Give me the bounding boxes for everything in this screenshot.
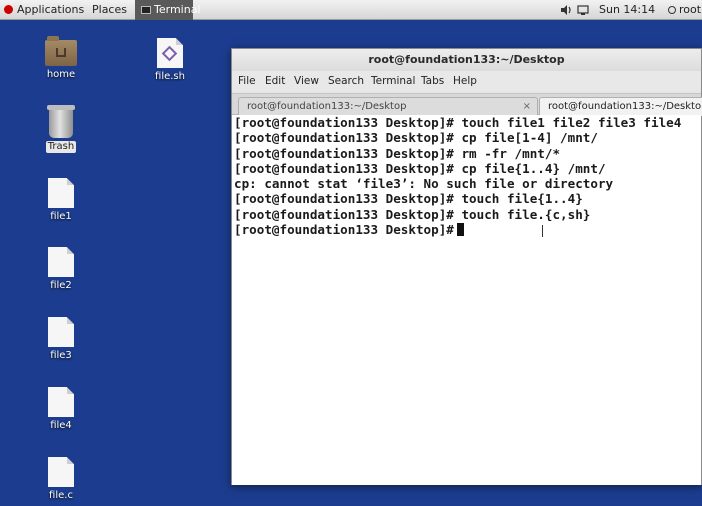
menu-search[interactable]: Search: [328, 71, 364, 91]
top-panel: Applications Places Terminal Sun 14:14 r…: [0, 0, 702, 20]
terminal-line: [root@foundation133 Desktop]# rm -fr /mn…: [234, 145, 561, 161]
file-icon: [48, 317, 74, 347]
taskbar-terminal-button[interactable]: Terminal: [135, 0, 201, 20]
desktop-icon-file3[interactable]: file3: [26, 317, 96, 362]
clock[interactable]: Sun 14:14: [599, 0, 655, 20]
menu-view[interactable]: View: [294, 71, 319, 91]
network-icon[interactable]: [577, 0, 589, 20]
user-menu[interactable]: root: [668, 0, 701, 20]
menu-help[interactable]: Help: [453, 71, 477, 91]
terminal-line: [root@foundation133 Desktop]# touch file…: [234, 115, 682, 130]
tab-active[interactable]: root@foundation133:~/Desktop: [539, 97, 702, 116]
taskbar-terminal-label: Terminal: [154, 3, 201, 16]
desktop-icon-label: file1: [50, 211, 72, 222]
desktop-icon-file1[interactable]: file1: [26, 178, 96, 223]
terminal-window[interactable]: root@foundation133:~/Desktop File Edit V…: [231, 48, 702, 485]
desktop-icon-file2[interactable]: file2: [26, 247, 96, 292]
window-title: root@foundation133:~/Desktop: [368, 53, 565, 66]
desktop-icon-label: file.sh: [155, 71, 185, 82]
desktop-icon-label: file4: [50, 420, 72, 431]
text-select-cursor-icon: [542, 225, 547, 237]
redhat-logo-icon: [4, 5, 13, 14]
script-file-icon: [157, 38, 183, 68]
desktop-icon-file-sh[interactable]: file.sh: [135, 38, 205, 83]
close-icon[interactable]: ×: [523, 98, 531, 115]
desktop-icon-home[interactable]: home: [26, 36, 96, 81]
terminal-icon: [141, 6, 151, 14]
tab-inactive[interactable]: root@foundation133:~/Desktop ×: [238, 97, 538, 116]
power-icon: [668, 6, 676, 14]
terminal-line: [root@foundation133 Desktop]# touch file…: [234, 206, 591, 222]
menu-edit[interactable]: Edit: [265, 71, 285, 91]
places-menu[interactable]: Places: [92, 0, 127, 20]
terminal-line: [root@foundation133 Desktop]# touch file…: [234, 191, 583, 207]
terminal-line: [root@foundation133 Desktop]# cp file[1-…: [234, 130, 598, 146]
terminal-line: [root@foundation133 Desktop]# cp file{1.…: [234, 160, 606, 176]
tab-label: root@foundation133:~/Desktop: [548, 101, 702, 112]
user-name: root: [679, 3, 702, 16]
volume-icon[interactable]: [560, 0, 572, 20]
desktop-icon-file-c[interactable]: file.c: [26, 457, 96, 502]
terminal-output[interactable]: [root@foundation133 Desktop]# touch file…: [232, 115, 701, 485]
applications-menu[interactable]: Applications: [0, 0, 84, 20]
desktop-icon-file4[interactable]: file4: [26, 387, 96, 432]
desktop-icon-label: file3: [50, 350, 72, 361]
file-icon: [48, 178, 74, 208]
menu-bar: File Edit View Search Terminal Tabs Help: [232, 71, 701, 91]
home-folder-icon: [45, 36, 77, 66]
menu-terminal[interactable]: Terminal: [371, 71, 415, 91]
trash-icon: [47, 105, 75, 138]
desktop-icon-trash[interactable]: Trash: [26, 105, 96, 153]
tab-label: root@foundation133:~/Desktop: [247, 101, 407, 112]
window-title-bar[interactable]: root@foundation133:~/Desktop: [232, 49, 701, 71]
file-icon: [48, 457, 74, 487]
desktop-icon-label: file.c: [49, 490, 73, 501]
applications-label: Applications: [17, 3, 85, 16]
tab-bar: root@foundation133:~/Desktop × root@foun…: [232, 93, 702, 116]
file-icon: [48, 387, 74, 417]
menu-tabs[interactable]: Tabs: [421, 71, 444, 91]
terminal-prompt-line: [root@foundation133 Desktop]#: [234, 222, 681, 237]
desktop-icon-label: file2: [50, 280, 72, 291]
file-icon: [48, 247, 74, 277]
terminal-cursor: [456, 223, 464, 237]
desktop-icon-label: Trash: [45, 141, 77, 153]
menu-file[interactable]: File: [238, 71, 256, 91]
terminal-line: cp: cannot stat ‘file3’: No such file or…: [234, 176, 614, 192]
desktop-icon-label: home: [46, 69, 76, 80]
terminal-prompt: [root@foundation133 Desktop]#: [234, 222, 454, 238]
